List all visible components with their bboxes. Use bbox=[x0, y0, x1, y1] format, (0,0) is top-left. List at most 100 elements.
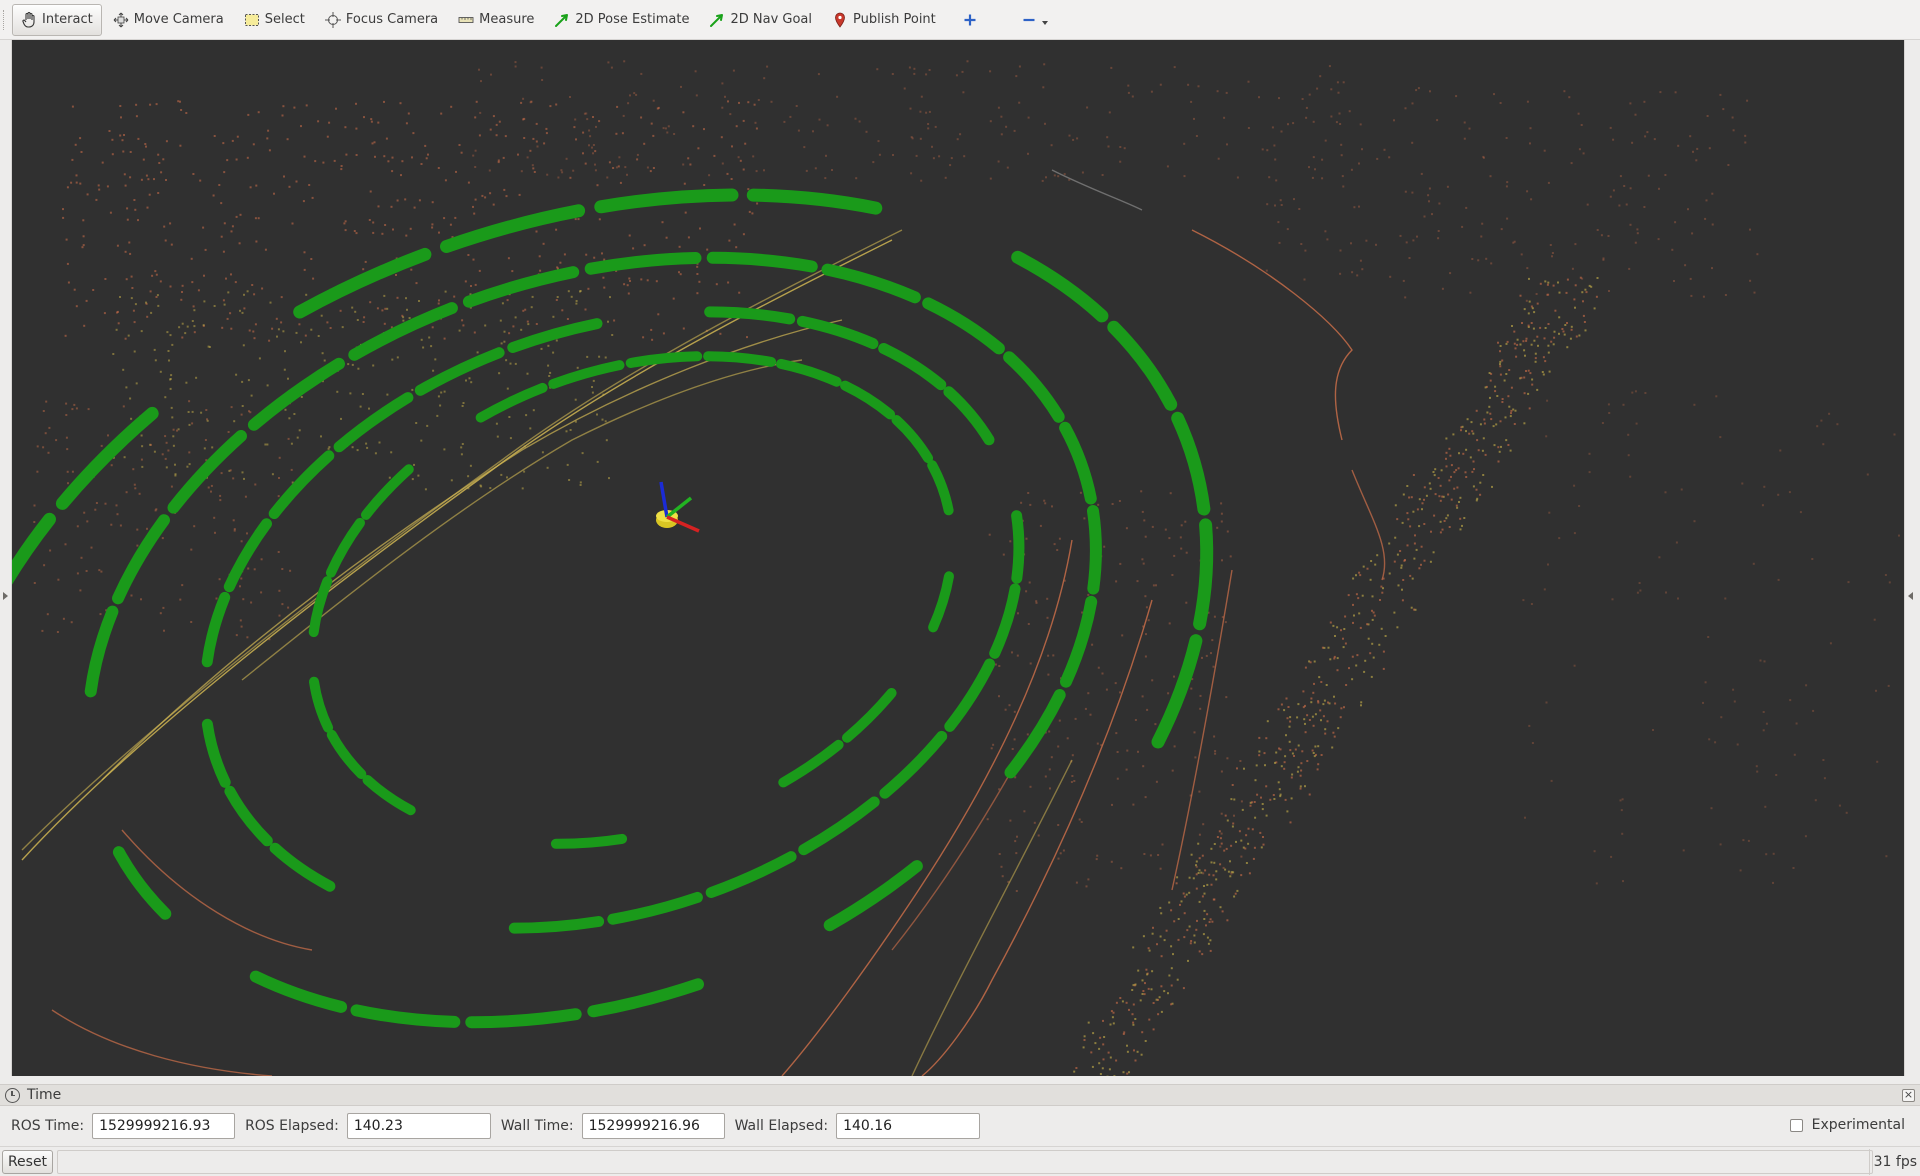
ring-segment bbox=[1011, 510, 1025, 584]
2d-nav-goal-tool-label: 2D Nav Goal bbox=[730, 12, 813, 27]
time-panel-title: Time bbox=[27, 1087, 62, 1103]
ring-segment bbox=[12, 512, 56, 585]
ring-segment bbox=[84, 605, 119, 698]
ring-segment bbox=[1171, 411, 1211, 516]
ring-segment bbox=[842, 688, 897, 743]
ring-segment bbox=[587, 978, 704, 1018]
ring-segment bbox=[268, 450, 335, 520]
left-dock-handle[interactable] bbox=[0, 40, 12, 1076]
tool-toolbar: Interact Move Camera Select Focus Camera… bbox=[0, 0, 1920, 40]
green-arrow-icon bbox=[709, 12, 725, 28]
wall-time-label: Wall Time: bbox=[500, 1118, 574, 1134]
ring-segment bbox=[465, 1008, 582, 1029]
ring-segment bbox=[325, 517, 365, 578]
detected-ring-segments bbox=[12, 188, 1214, 1029]
experimental-label: Experimental bbox=[1811, 1117, 1905, 1133]
map-pin-icon bbox=[832, 12, 848, 28]
toolbar-grip[interactable] bbox=[3, 10, 6, 30]
ring-segment bbox=[796, 315, 879, 350]
ring-segment bbox=[1193, 518, 1214, 631]
ring-segment bbox=[201, 591, 231, 668]
expand-left-arrow-icon bbox=[3, 592, 8, 600]
2d-pose-estimate-tool-button[interactable]: 2D Pose Estimate bbox=[545, 4, 698, 36]
measure-tool-label: Measure bbox=[479, 12, 535, 27]
render-3d-view[interactable] bbox=[12, 40, 1904, 1076]
experimental-checkbox[interactable] bbox=[1789, 1118, 1803, 1132]
move-camera-tool-label: Move Camera bbox=[133, 12, 224, 27]
select-tool-label: Select bbox=[264, 12, 305, 27]
ring-segment bbox=[249, 970, 348, 1013]
ring-segment bbox=[361, 464, 414, 520]
ring-segment bbox=[1004, 689, 1066, 779]
focus-camera-tool-button[interactable]: Focus Camera bbox=[316, 4, 447, 36]
ring-segment bbox=[746, 188, 883, 215]
ring-segment bbox=[821, 263, 921, 304]
interact-tool-label: Interact bbox=[42, 12, 93, 27]
ring-segment bbox=[293, 247, 432, 319]
interact-tool-button[interactable]: Interact bbox=[12, 3, 102, 36]
add-tool-button[interactable] bbox=[953, 4, 992, 36]
ring-segment bbox=[840, 380, 896, 420]
ring-segment bbox=[989, 583, 1021, 659]
ring-segment bbox=[778, 739, 844, 788]
remove-tool-button[interactable] bbox=[1012, 4, 1057, 36]
time-panel-header: Time × bbox=[0, 1084, 1920, 1106]
green-arrow-icon bbox=[554, 12, 570, 28]
ring-segment bbox=[703, 351, 777, 367]
ros-elapsed-field[interactable] bbox=[346, 1113, 491, 1139]
ring-segment bbox=[704, 306, 796, 325]
ring-segment bbox=[440, 204, 586, 253]
ring-segment bbox=[112, 846, 172, 920]
experimental-toggle[interactable]: Experimental bbox=[1789, 1117, 1905, 1133]
ring-segment bbox=[1107, 320, 1178, 411]
wall-elapsed-field[interactable] bbox=[836, 1113, 981, 1139]
2d-nav-goal-tool-button[interactable]: 2D Nav Goal bbox=[700, 4, 821, 36]
ring-segment bbox=[823, 860, 923, 932]
ring-segment bbox=[1003, 351, 1065, 423]
ring-segment bbox=[584, 252, 702, 275]
ring-segment bbox=[112, 514, 170, 605]
lidar-point-cloud bbox=[33, 60, 1900, 1076]
select-tool-button[interactable]: Select bbox=[235, 4, 314, 36]
ring-segment bbox=[1011, 250, 1109, 323]
wall-time-field[interactable] bbox=[581, 1113, 725, 1139]
ring-segment bbox=[350, 1004, 461, 1028]
ring-segment bbox=[1151, 634, 1203, 749]
wall-elapsed-label: Wall Elapsed: bbox=[734, 1118, 829, 1134]
ring-segment bbox=[891, 415, 934, 464]
ring-segment bbox=[878, 343, 947, 391]
hand-icon bbox=[21, 11, 37, 28]
clock-icon bbox=[5, 1087, 20, 1103]
move-camera-tool-button[interactable]: Move Camera bbox=[104, 4, 233, 36]
ring-segment bbox=[594, 188, 739, 214]
ring-segment bbox=[508, 916, 605, 934]
point-cloud-scene bbox=[12, 60, 1900, 1076]
close-time-panel-button[interactable]: × bbox=[1902, 1089, 1915, 1102]
ring-segment bbox=[928, 571, 954, 633]
ring-segment bbox=[333, 392, 414, 453]
ring-segment bbox=[55, 406, 159, 510]
ring-segment bbox=[550, 833, 628, 849]
ring-segment bbox=[922, 297, 1005, 355]
right-dock-handle[interactable] bbox=[1904, 40, 1916, 1076]
chevron-down-icon bbox=[1041, 20, 1048, 25]
ring-segment bbox=[927, 460, 954, 516]
ring-segment bbox=[224, 785, 273, 847]
ring-segment bbox=[167, 430, 247, 514]
expand-right-arrow-icon bbox=[1908, 592, 1913, 600]
publish-point-tool-label: Publish Point bbox=[853, 12, 936, 27]
publish-point-tool-button[interactable]: Publish Point bbox=[823, 4, 945, 36]
ring-segment bbox=[201, 718, 231, 788]
measure-tool-button[interactable]: Measure bbox=[449, 4, 543, 36]
move-camera-icon bbox=[113, 12, 129, 28]
robot-base-frame bbox=[656, 481, 700, 533]
ros-time-field[interactable] bbox=[92, 1113, 236, 1139]
ring-segment bbox=[705, 851, 797, 898]
ring-segment bbox=[943, 386, 995, 446]
ring-segment bbox=[776, 358, 842, 387]
scan-lines bbox=[21, 169, 1386, 1076]
fps-counter: 31 fps bbox=[1868, 1149, 1917, 1175]
reset-button[interactable]: Reset bbox=[2, 1150, 53, 1174]
ring-segment bbox=[1087, 505, 1102, 595]
ruler-icon bbox=[458, 12, 474, 28]
